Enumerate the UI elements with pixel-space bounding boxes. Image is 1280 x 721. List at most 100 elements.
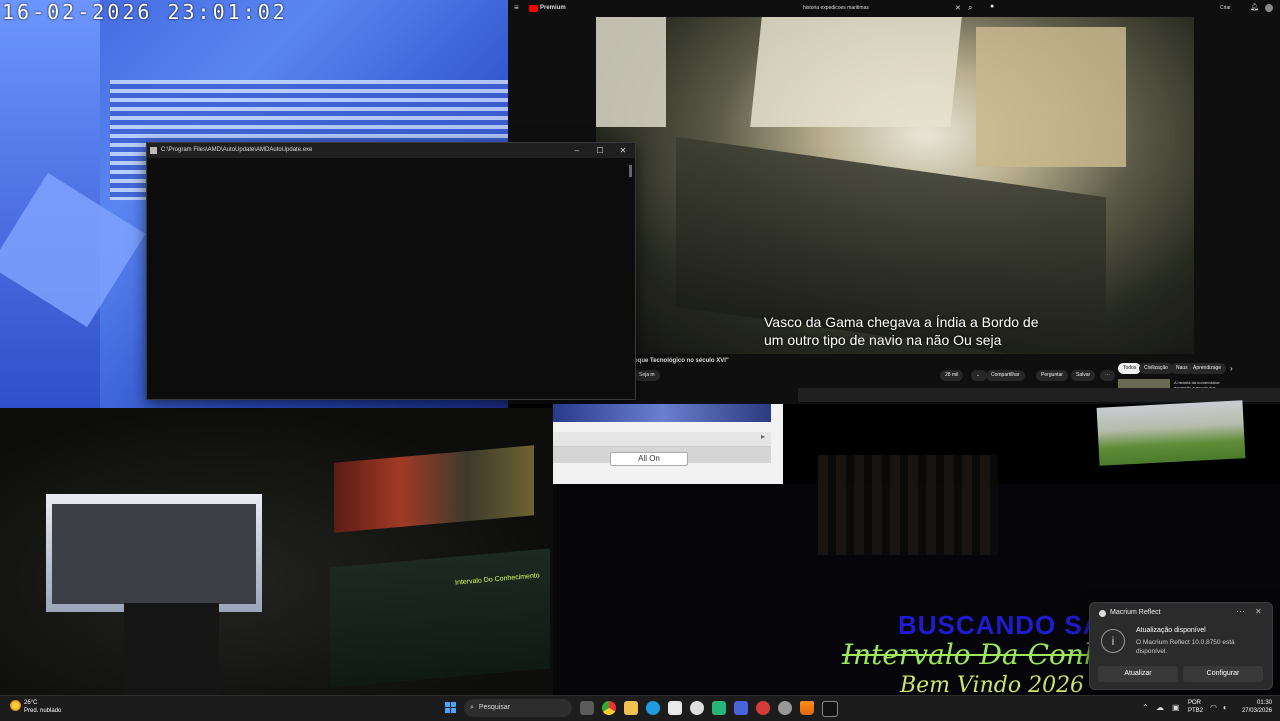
app-green-icon[interactable] [712,701,726,715]
subtitle-line-2: um outro tipo de navio na não Ou seja [764,332,1002,348]
room-screen-green [330,548,550,688]
youtube-logo[interactable]: Premium [540,5,566,11]
room-monitor [46,494,262,612]
ask-button[interactable]: Perguntar [1036,370,1068,381]
windows-logo-icon [445,702,450,707]
settings-icon[interactable] [778,701,792,715]
video-player[interactable]: Vasco da Gama chegava a Índia a Bordo de… [596,17,1194,354]
app-red-icon[interactable] [756,701,770,715]
room-screen-red [334,445,534,533]
taskbar: 26°C Pred. nublado ⌕ Pesquisar ⌃ ☁ ▣ POR… [0,695,1280,721]
all-on-button[interactable]: All On [610,452,688,466]
tray-app-icon[interactable]: ▣ [1172,703,1180,712]
video-title: oque Tecnológico no século XVI" [634,358,729,364]
maximize-icon[interactable]: ☐ [590,143,610,158]
clear-search-icon[interactable]: ✕ [955,4,961,12]
vlc-icon[interactable] [800,701,814,715]
search-icon: ⌕ [470,704,474,711]
obs-icon[interactable] [690,701,704,715]
edge-icon[interactable] [646,701,660,715]
dislike-button[interactable]: ⌄ [971,370,987,381]
info-icon: i [1101,629,1125,653]
like-button[interactable]: 28 mil [940,370,964,381]
chrome-icon[interactable] [602,701,616,715]
room-chair [124,603,219,695]
weather-condition: Pred. nublado [24,708,62,714]
macrium-icon [1099,610,1106,617]
room-monitor-screen [52,504,256,604]
photo-frame [1096,400,1246,466]
windows-logo-icon-4 [451,708,456,713]
more-icon[interactable]: ⋯ [1236,606,1245,617]
allon-header-image [553,404,771,422]
store-icon[interactable] [668,701,682,715]
ship-sail-3 [596,17,666,127]
ship-sail [750,17,962,127]
weather-icon[interactable] [10,700,21,711]
taskbar-search-label: Pesquisar [478,704,511,711]
wifi-icon[interactable]: ◠ [1210,703,1217,712]
console-titlebar: C:\Program Files\AMD\AutoUpdate\AMDAutoU… [147,143,635,158]
console-app-icon [150,147,157,154]
ship-sail-2 [976,27,1126,167]
allon-scrollbar[interactable] [553,432,771,447]
overlay-text-1: BUSCANDO SA [898,610,1103,640]
toast-app-name: Macrium Reflect [1110,609,1161,616]
weather-temperature: 26°C [24,700,38,706]
chip-civilizacao[interactable]: Civilização [1139,363,1173,374]
console-window: C:\Program Files\AMD\AutoUpdate\AMDAutoU… [146,142,636,400]
video-subtitles: Vasco da Gama chegava a Índia a Bordo de… [764,313,1094,349]
start-button[interactable] [445,702,457,714]
weather-widget[interactable]: 26°C Pred. nublado [24,699,61,715]
chip-todos[interactable]: Todos [1118,363,1142,374]
search-icon[interactable]: ⌕ [968,3,972,13]
youtube-header: ≡ Premium historia expedicoes maritimas … [508,0,1280,17]
console-body[interactable] [147,158,635,399]
console-scrollbar[interactable] [629,165,632,177]
minimize-icon[interactable]: – [567,143,587,158]
volume-icon[interactable]: ◖ [1222,703,1227,712]
notifications-icon[interactable]: 🔔︎ [1250,3,1259,11]
window-grid [818,455,998,555]
terminal-icon[interactable] [822,701,838,717]
share-button[interactable]: Compartilhar [986,370,1025,381]
clock-date: 27/03/2026 [1241,708,1272,714]
join-button[interactable]: Seja m [634,370,660,381]
toast-heading: Atualização disponível [1136,627,1206,634]
room-camera-feed: Intervalo Do Conhecimento [0,408,553,695]
allon-window: ▸ All On [553,404,783,484]
notification-toast[interactable]: Macrium Reflect ⋯ ✕ i Atualização dispon… [1089,602,1273,690]
update-button[interactable]: Atualizar [1098,666,1178,682]
language-primary: POR [1188,700,1202,706]
create-button[interactable]: Criar [1220,5,1231,11]
task-view-icon[interactable] [580,701,594,715]
save-button[interactable]: Salvar [1071,370,1096,381]
tray-expand-icon[interactable]: ⌃ [1142,703,1149,712]
search-input[interactable]: historia expedicoes maritimas [803,5,869,11]
chip-aprendizagem[interactable]: Aprendizage [1188,363,1227,374]
menu-icon[interactable]: ≡ [514,3,519,12]
camera-timestamp: 16-02-2026 23:01:02 [2,0,288,24]
console-title: C:\Program Files\AMD\AutoUpdate\AMDAutoU… [161,147,313,153]
clock-time: 01:30 [1256,700,1272,706]
windows-logo-icon-2 [451,702,456,707]
toast-body: O Macrium Reflect 10.0.8750 está disponí… [1136,639,1235,655]
mic-icon[interactable]: ● [990,3,994,10]
subtitle-line-1: Vasco da Gama chegava a Índia a Bordo de [764,314,1039,330]
close-icon[interactable]: ✕ [613,143,633,158]
clock[interactable]: 01:30 27/03/2026 [1238,699,1272,715]
overlay-text-2: Intervalo Da Conh [842,638,1102,671]
more-actions-button[interactable]: ⋯ [1100,370,1115,381]
toast-close-icon[interactable]: ✕ [1255,607,1262,616]
chips-next-icon[interactable]: › [1230,364,1233,373]
app-blue-icon[interactable] [734,701,748,715]
configure-button[interactable]: Configurar [1183,666,1263,682]
taskbar-search[interactable]: ⌕ Pesquisar [464,699,572,717]
language-layout: PTB2 [1188,708,1204,714]
scroll-right-icon[interactable]: ▸ [761,432,765,441]
youtube-logo-icon[interactable] [529,5,538,12]
avatar[interactable] [1265,4,1273,12]
file-explorer-icon[interactable] [624,701,638,715]
onedrive-icon[interactable]: ☁ [1156,703,1164,712]
language-indicator[interactable]: POR PTB2 [1188,699,1203,715]
